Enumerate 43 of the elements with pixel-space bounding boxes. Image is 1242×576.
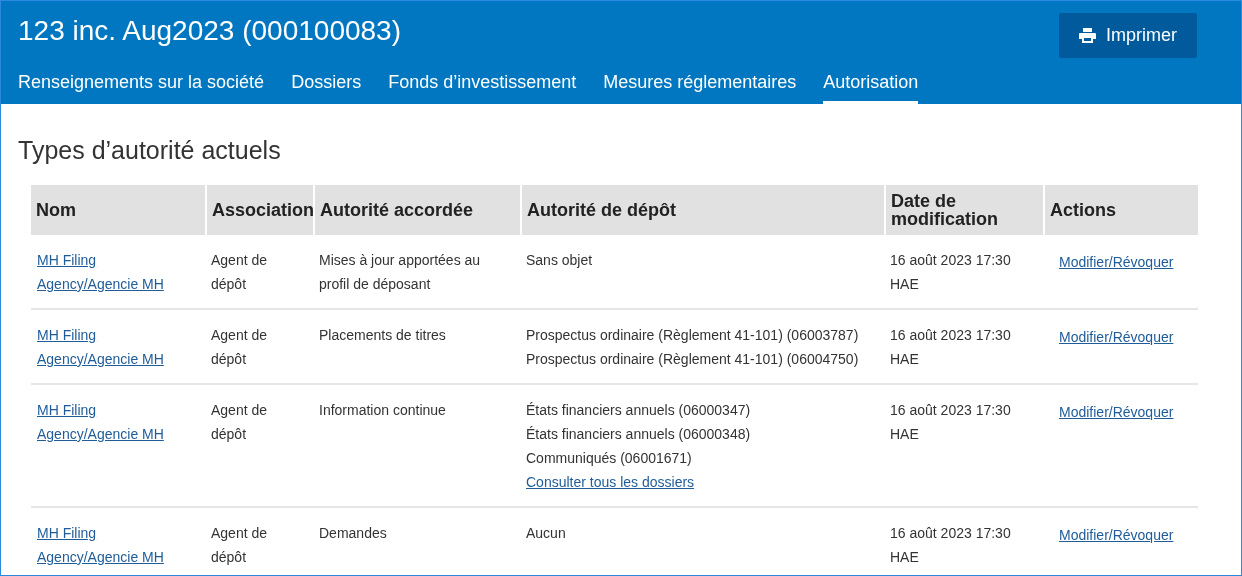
column-header: Association (205, 185, 313, 235)
table-cell-text: Demandes (319, 524, 388, 543)
page-title: 123 inc. Aug2023 (000100083) (18, 15, 401, 47)
table-cell-text: Prospectus ordinaire (Règlement 41-101) (06003787) (526, 326, 860, 345)
table-cell-text: 16 août 2023 17:30 HAE (890, 524, 1012, 567)
print-button[interactable]: Imprimer (1059, 13, 1197, 58)
table-cell-text: Prospectus ordinaire (Règlement 41-101) (06004750) (526, 350, 860, 369)
nav-tab[interactable]: Renseignements sur la société (18, 72, 265, 104)
agent-link[interactable]: MH Filing Agency/Agencie MH (37, 248, 185, 296)
table-cell-text: 16 août 2023 17:30 HAE (890, 401, 1012, 444)
edit-revoke-link[interactable]: Modifier/Révoquer (1059, 325, 1174, 349)
nav-tab[interactable]: Autorisation (823, 72, 919, 104)
agent-link[interactable]: MH Filing Agency/Agencie MH (37, 398, 185, 446)
column-header: Date de modification (884, 185, 1043, 235)
column-header: Autorité accordée (313, 185, 520, 235)
edit-revoke-link[interactable]: Modifier/Révoquer (1059, 523, 1174, 547)
table-cell-text: 16 août 2023 17:30 HAE (890, 326, 1012, 369)
column-header: Autorité de dépôt (520, 185, 884, 235)
table-cell-text: Placements de titres (319, 326, 447, 345)
column-header: Actions (1043, 185, 1198, 235)
nav-tab[interactable]: Mesures réglementaires (603, 72, 797, 104)
table-cell-text: Agent de dépôt (211, 401, 269, 444)
section-title: Types d’autorité actuels (18, 136, 282, 165)
table-cell-text: 16 août 2023 17:30 HAE (890, 251, 1012, 294)
nav-tab[interactable]: Dossiers (291, 72, 362, 104)
table-cell-text: Agent de dépôt (211, 326, 269, 369)
table-cell-text: Agent de dépôt (211, 524, 269, 567)
table-cell-text: Sans objet (526, 251, 594, 270)
table-cell-text: Agent de dépôt (211, 251, 269, 294)
nav-tab[interactable]: Fonds d’investissement (388, 72, 577, 104)
agent-link[interactable]: MH Filing Agency/Agencie MH (37, 323, 185, 371)
table-cell-text: Aucun (526, 524, 567, 543)
edit-revoke-link[interactable]: Modifier/Révoquer (1059, 250, 1174, 274)
edit-revoke-link[interactable]: Modifier/Révoquer (1059, 400, 1174, 424)
column-header: Nom (31, 185, 205, 235)
view-all-link[interactable]: Consulter tous les dossiers (526, 470, 878, 494)
table-cell-text: Mises à jour apportées au profil de déposant (319, 251, 482, 294)
table-cell-text: Communiqués (06001671) (526, 449, 693, 468)
printer-icon (1079, 28, 1096, 43)
table-cell-text: États financiers annuels (06000347) (526, 401, 752, 420)
table-cell-text: Information continue (319, 401, 447, 420)
table-cell-text: États financiers annuels (06000348) (526, 425, 752, 444)
agent-link[interactable]: MH Filing Agency/Agencie MH (37, 521, 185, 569)
